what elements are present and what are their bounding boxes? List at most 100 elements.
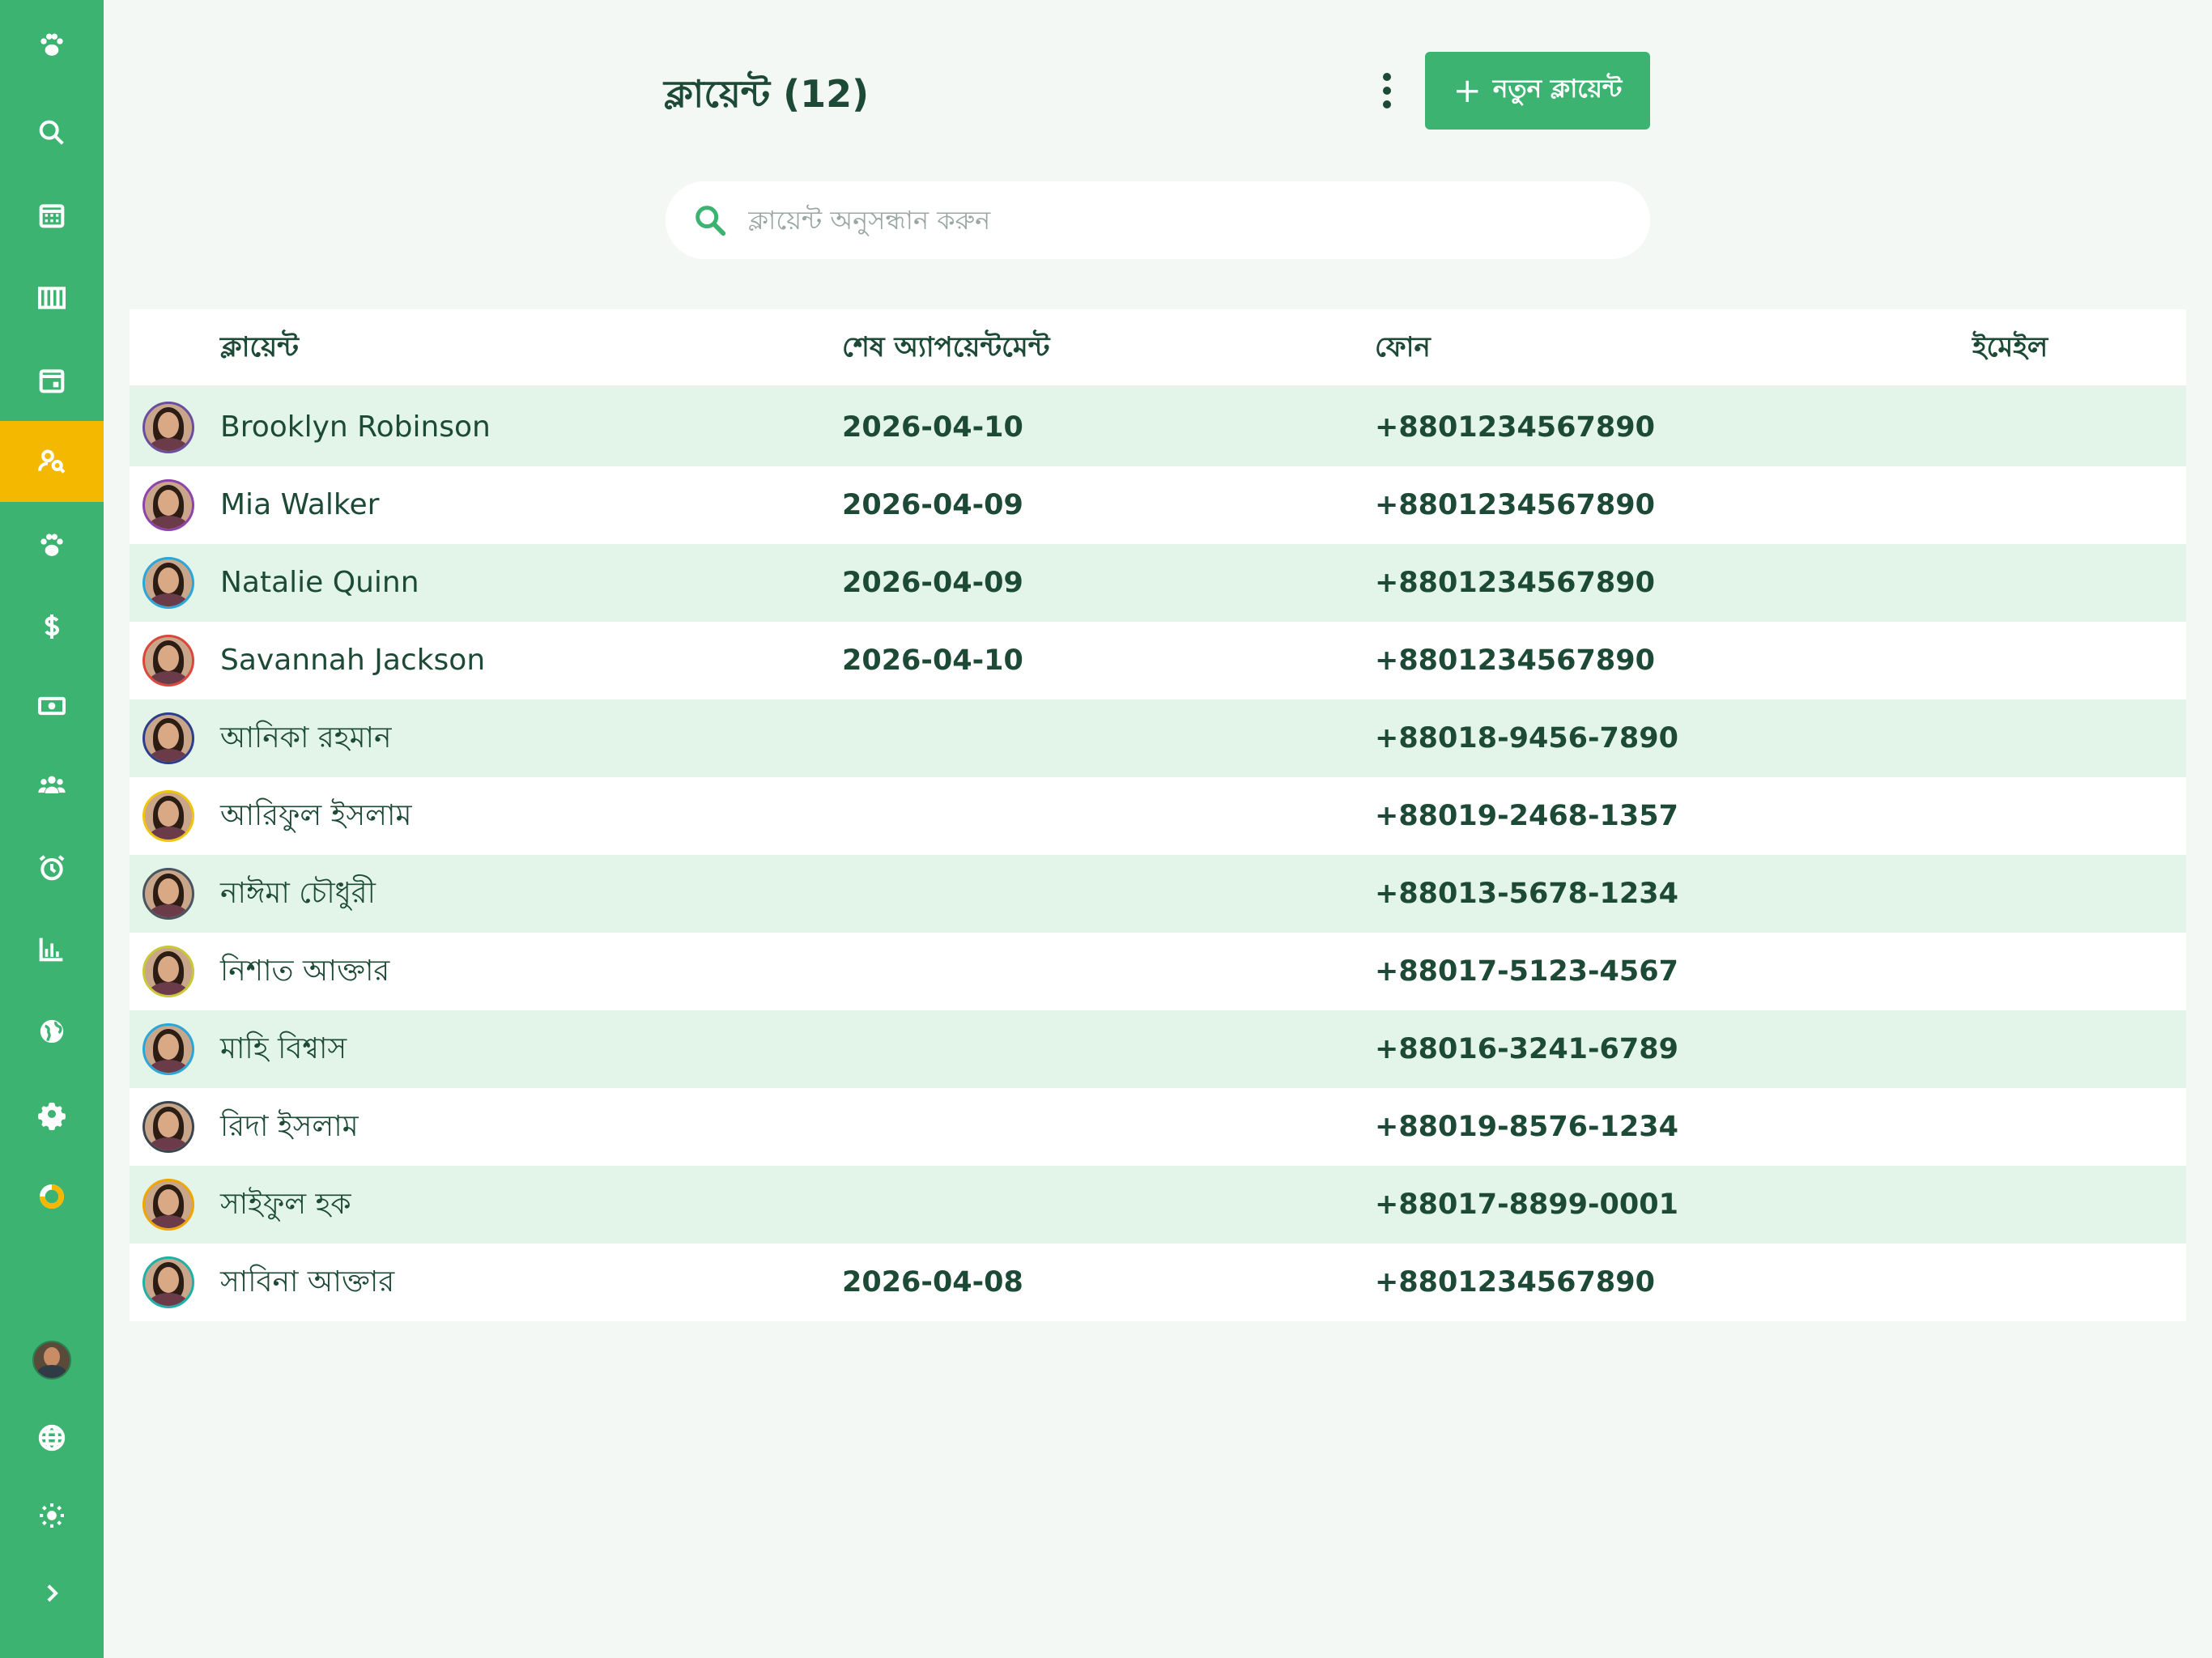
search-box[interactable] [666,181,1650,259]
phone: +8801234567890 [1375,644,1655,677]
table-header: ক্লায়েন্ট শেষ অ্যাপয়েন্টমেন্ট ফোন ইমেই… [130,309,2186,389]
avatar [143,790,194,842]
table-row[interactable]: মাহি বিশ্বাস +88016-3241-6789 [130,1010,2186,1088]
sidebar-item-board[interactable] [0,257,104,338]
last-appointment: 2026-04-08 [842,1266,1023,1299]
alarm-icon [39,855,65,881]
sidebar-item-calendar[interactable] [0,175,104,256]
sun-icon [40,1503,64,1528]
page-title: ক্লায়েন্ট (12) [664,72,870,116]
avatar [143,1023,194,1075]
table-row[interactable]: সাবিনা আক্তার 2026-04-08 +8801234567890 [130,1244,2186,1321]
more-vertical-icon [1383,73,1391,81]
calendar-grid-icon [39,204,65,228]
column-header-client[interactable]: ক্লায়েন্ট [220,309,299,385]
sidebar-item-reminders[interactable] [0,827,104,908]
avatar [143,402,194,453]
table-row[interactable]: সাইফুল হক +88017-8899-0001 [130,1166,2186,1244]
user-avatar [32,1341,71,1380]
sidebar-item-payments[interactable] [0,665,104,746]
sidebar-item-website[interactable] [0,991,104,1072]
sidebar-item-reports[interactable] [0,908,104,989]
column-header-email[interactable]: ইমেইল [1972,309,2048,385]
phone: +88019-2468-1357 [1375,800,1678,832]
client-name[interactable]: আরিফুল ইসলাম [220,777,411,855]
column-header-phone[interactable]: ফোন [1375,309,1431,385]
table-row[interactable]: আরিফুল ইসলাম +88019-2468-1357 [130,777,2186,855]
last-appointment: 2026-04-10 [842,644,1023,677]
chevron-right-icon [47,1584,58,1602]
client-name[interactable]: Brooklyn Robinson [220,389,491,466]
table-row[interactable]: Mia Walker 2026-04-09 +8801234567890 [130,466,2186,544]
table-row[interactable]: Brooklyn Robinson 2026-04-10 +880123456789… [130,389,2186,466]
sidebar-item-day[interactable] [0,340,104,421]
new-client-label: নতুন ক্লায়েন্ট [1492,74,1623,104]
gear-icon [38,1102,66,1130]
globe-filled-icon [40,1019,64,1044]
client-search-icon [38,449,66,474]
avatar [143,1101,194,1153]
client-name[interactable]: Natalie Quinn [220,544,419,622]
client-name[interactable]: রিদা ইসলাম [220,1088,359,1166]
cash-icon [38,696,66,716]
table-row[interactable]: রিদা ইসলাম +88019-8576-1234 [130,1088,2186,1166]
column-header-last-appointment[interactable]: শেষ অ্যাপয়েন্টমেন্ট [842,309,1049,385]
paw-logo-icon [40,33,63,56]
table-row[interactable]: নিশাত আক্তার +88017-5123-4567 [130,933,2186,1010]
avatar [143,1179,194,1231]
sidebar-item-pricing[interactable] [0,586,104,667]
avatar [143,946,194,997]
table-row[interactable]: আনিকা রহমান +88018-9456-7890 [130,699,2186,777]
sidebar-item-pets[interactable] [0,505,104,586]
calendar-day-icon [39,369,65,393]
search-icon [39,120,64,145]
sidebar-theme[interactable] [0,1475,104,1556]
sidebar-expand[interactable] [0,1553,104,1634]
client-name[interactable]: সাবিনা আক্তার [220,1244,394,1321]
phone: +8801234567890 [1375,567,1655,599]
client-name[interactable]: নিশাত আক্তার [220,933,389,1010]
dollar-icon [45,614,60,639]
sidebar-item-status[interactable] [0,1156,104,1237]
client-name[interactable]: নাঈমা চৌধুরী [220,855,376,933]
avatar [143,1256,194,1308]
avatar [143,635,194,687]
phone: +88016-3241-6789 [1375,1033,1678,1065]
table-row[interactable]: Natalie Quinn 2026-04-09 +8801234567890 [130,544,2186,622]
client-name[interactable]: আনিকা রহমান [220,699,391,777]
sidebar-item-home[interactable] [0,5,104,86]
last-appointment: 2026-04-10 [842,411,1023,444]
phone: +8801234567890 [1375,489,1655,521]
new-client-button[interactable]: + নতুন ক্লায়েন্ট [1425,52,1650,130]
phone: +88017-5123-4567 [1375,955,1678,988]
table-row[interactable]: নাঈমা চৌধুরী +88013-5678-1234 [130,855,2186,933]
sidebar-user[interactable] [0,1320,104,1401]
group-icon [38,776,66,793]
phone: +8801234567890 [1375,1266,1655,1299]
client-name[interactable]: সাইফুল হক [220,1166,351,1244]
phone: +88013-5678-1234 [1375,878,1678,910]
avatar [143,712,194,764]
plus-icon: + [1453,70,1482,110]
sidebar-item-search[interactable] [0,92,104,173]
client-name[interactable]: Mia Walker [220,466,379,544]
sidebar-item-settings[interactable] [0,1073,104,1154]
more-options-button[interactable] [1368,66,1406,115]
search-input[interactable] [747,204,1600,236]
sidebar-item-team[interactable] [0,745,104,826]
avatar [143,868,194,920]
language-globe-icon [38,1424,66,1452]
paw-icon [40,534,63,556]
table-row[interactable]: Savannah Jackson 2026-04-10 +8801234567890 [130,622,2186,699]
avatar [143,479,194,531]
search-icon [696,206,726,236]
table-body: Brooklyn Robinson 2026-04-10 +880123456789… [130,389,2186,1321]
sidebar-item-clients[interactable] [0,421,104,502]
sidebar-language[interactable] [0,1397,104,1478]
clients-table: ক্লায়েন্ট শেষ অ্যাপয়েন্টমেন্ট ফোন ইমেই… [130,309,2186,1321]
client-name[interactable]: মাহি বিশ্বাস [220,1010,347,1088]
phone: +88019-8576-1234 [1375,1111,1678,1143]
client-name[interactable]: Savannah Jackson [220,622,485,699]
donut-icon [40,1184,64,1209]
bar-chart-icon [39,937,63,962]
